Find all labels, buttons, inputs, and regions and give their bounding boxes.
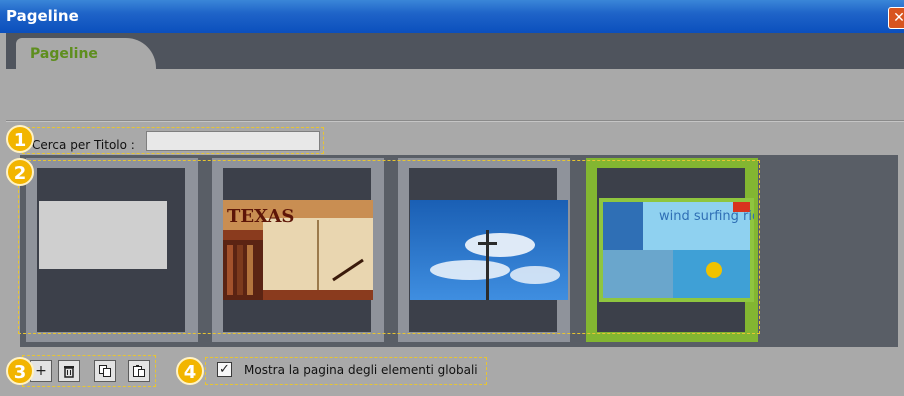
tab-pageline[interactable]: Pageline <box>16 38 156 69</box>
global-elements-label: Mostra la pagina degli elementi globali <box>244 363 478 377</box>
delete-page-button[interactable] <box>58 360 80 382</box>
paste-page-button[interactable] <box>128 360 150 382</box>
close-button[interactable]: ✕ <box>888 7 904 29</box>
callout-outline-2 <box>18 160 760 334</box>
callout-badge-2: 2 <box>6 158 34 186</box>
search-input[interactable] <box>146 131 320 151</box>
global-elements-checkbox[interactable]: ✓ <box>217 362 232 377</box>
divider <box>6 120 904 122</box>
search-label: Cerca per Titolo : <box>32 138 135 152</box>
paste-icon <box>133 365 145 377</box>
callout-badge-3: 3 <box>6 357 34 385</box>
callout-badge-4: 4 <box>176 357 204 385</box>
copy-icon <box>99 365 111 377</box>
pageline-window: Pageline ✕ Pageline Cerca per Titolo : T… <box>0 0 904 396</box>
tab-label: Pageline <box>30 46 98 62</box>
title-bar[interactable]: Pageline ✕ <box>0 0 904 33</box>
copy-page-button[interactable] <box>94 360 116 382</box>
callout-badge-1: 1 <box>6 125 34 153</box>
tab-bar: Pageline <box>6 33 904 69</box>
trash-icon <box>64 366 74 378</box>
window-title: Pageline <box>6 7 79 25</box>
